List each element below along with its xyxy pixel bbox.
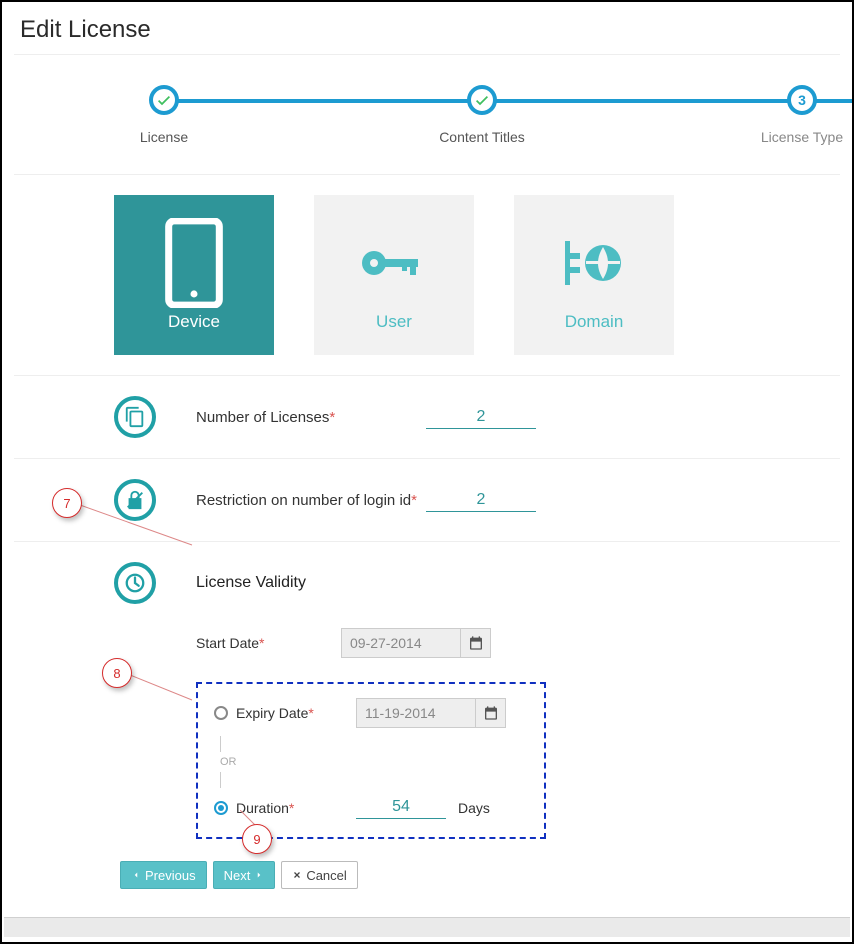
calendar-button[interactable] [461, 628, 491, 658]
arrow-left-icon [131, 870, 141, 880]
expiry-duration-group: Expiry Date* OR Duration* Days [196, 682, 546, 839]
option-duration[interactable]: Duration* Days [214, 796, 528, 819]
tile-domain[interactable]: Domain [514, 195, 674, 355]
login-restrict-input[interactable] [426, 489, 536, 512]
stepper: License Content Titles 3 License Type [14, 65, 840, 175]
tile-label: Domain [565, 312, 624, 332]
step-label: License Type [742, 129, 854, 145]
start-date-row: Start Date* [114, 628, 852, 658]
tile-label: User [376, 312, 412, 332]
calendar-icon [468, 635, 484, 651]
clock-icon [114, 562, 156, 604]
step-content-titles[interactable]: Content Titles [422, 85, 542, 145]
device-icon [159, 218, 229, 308]
divider [14, 458, 840, 459]
duration-input[interactable] [356, 796, 446, 819]
calendar-icon [483, 705, 499, 721]
annotation-7: 7 [52, 488, 82, 518]
expiry-label: Expiry Date* [236, 705, 356, 721]
num-licenses-label: Number of Licenses* [196, 409, 426, 426]
previous-button[interactable]: Previous [120, 861, 207, 889]
footer-band [4, 917, 850, 937]
radio-duration[interactable] [214, 801, 228, 815]
radio-expiry[interactable] [214, 706, 228, 720]
option-expiry-date[interactable]: Expiry Date* [214, 698, 528, 728]
duration-unit: Days [458, 800, 490, 816]
step-license[interactable]: License [104, 85, 224, 145]
tile-user[interactable]: User [314, 195, 474, 355]
num-licenses-input[interactable] [426, 406, 536, 429]
or-connector: OR [220, 736, 528, 788]
page-root: Edit License License Content Titles 3 Li… [0, 0, 854, 944]
expiry-date-input[interactable] [356, 698, 476, 728]
row-num-licenses: Number of Licenses* [2, 396, 852, 438]
tile-device[interactable]: Device [114, 195, 274, 355]
copy-icon [114, 396, 156, 438]
arrow-right-icon [254, 870, 264, 880]
validity-section: License Validity Start Date* Expiry Date… [2, 562, 852, 839]
globe-icon [559, 218, 629, 308]
next-button[interactable]: Next [213, 861, 276, 889]
row-login-restrict: Restriction on number of login id* [2, 479, 852, 521]
wizard-buttons: Previous Next Cancel [120, 861, 852, 889]
check-icon [467, 85, 497, 115]
start-date-label: Start Date* [196, 635, 341, 651]
annotation-9: 9 [242, 824, 272, 854]
step-label: License [104, 129, 224, 145]
key-icon [358, 218, 430, 308]
calendar-button[interactable] [476, 698, 506, 728]
divider [14, 375, 840, 376]
annotation-8: 8 [102, 658, 132, 688]
step-number: 3 [787, 85, 817, 115]
lock-icon [114, 479, 156, 521]
start-date-input[interactable] [341, 628, 461, 658]
page-title: Edit License [2, 2, 852, 54]
login-restrict-label: Restriction on number of login id* [196, 492, 426, 509]
divider [14, 541, 840, 542]
close-icon [292, 870, 302, 880]
validity-title: License Validity [196, 574, 306, 592]
step-license-type[interactable]: 3 License Type [742, 85, 854, 145]
duration-label: Duration* [236, 800, 356, 816]
step-label: Content Titles [422, 129, 542, 145]
cancel-button[interactable]: Cancel [281, 861, 357, 889]
check-icon [149, 85, 179, 115]
validity-header: License Validity [114, 562, 852, 604]
license-type-tiles: Device User [2, 175, 852, 355]
divider [14, 54, 840, 55]
tile-label: Device [168, 312, 220, 332]
